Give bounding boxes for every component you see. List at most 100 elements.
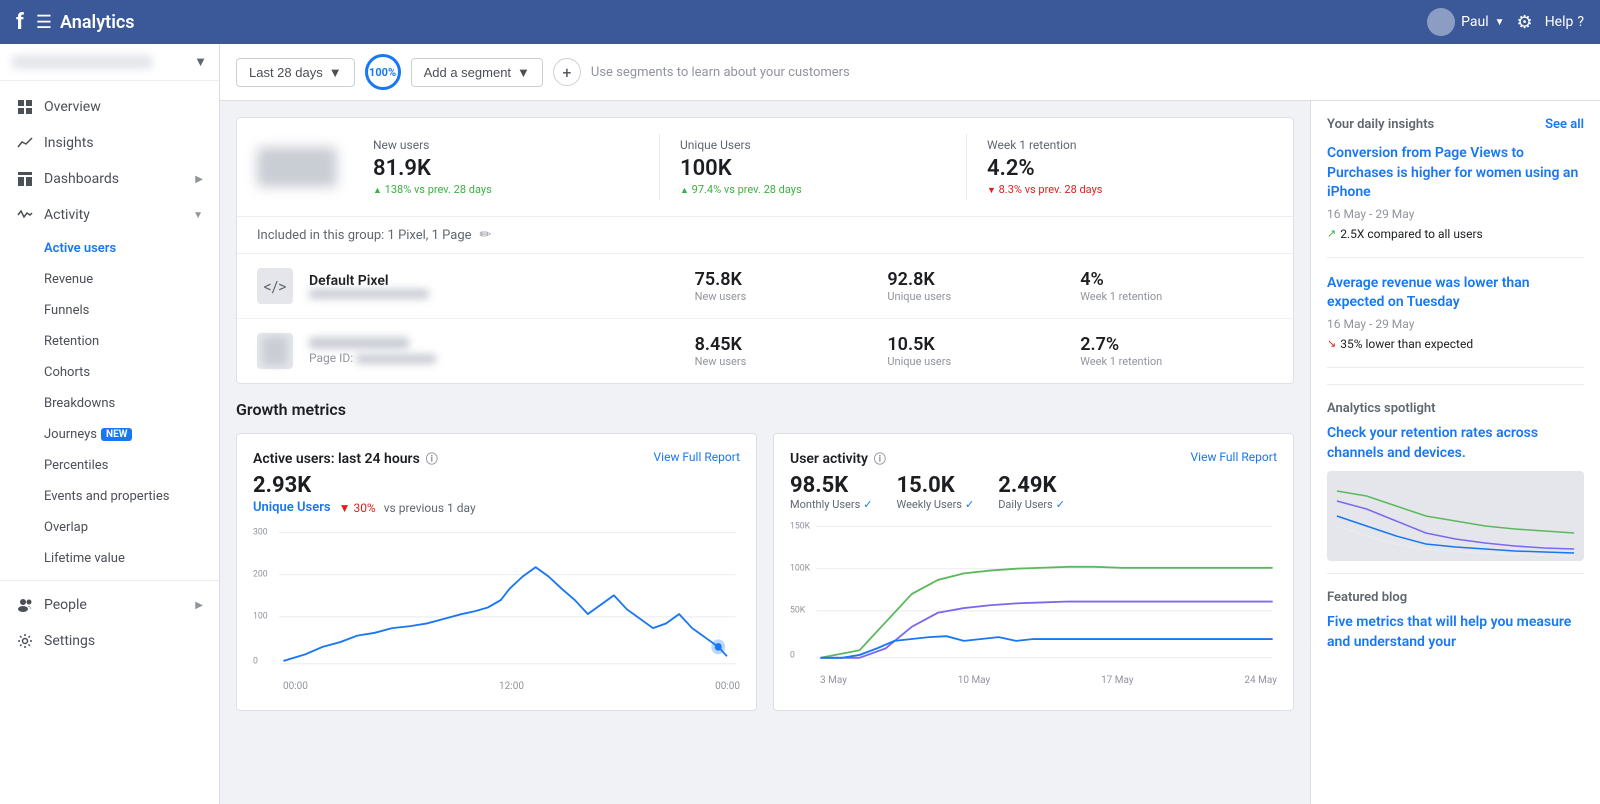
pixel-metric-new-users: 75.8K New users [695, 269, 888, 303]
sidebar-item-insights-label: Insights [44, 135, 203, 151]
right-sidebar: Your daily insights See all Conversion f… [1310, 101, 1600, 804]
unique-users-label: Unique Users [253, 500, 331, 515]
user-activity-chart-header: User activity ⓘ View Full Report [790, 450, 1277, 467]
user-name: Paul [1461, 14, 1489, 30]
see-all-link[interactable]: See all [1545, 117, 1584, 132]
svg-text:300: 300 [253, 527, 268, 537]
sidebar-subitem-lifetime[interactable]: Lifetime value [0, 543, 219, 574]
add-segment-button[interactable]: Add a segment ▼ [411, 58, 543, 87]
monthly-users-metric: 98.5K Monthly Users ✓ [790, 473, 872, 511]
insight-card-1: Conversion from Page Views to Purchases … [1327, 144, 1584, 258]
settings-icon[interactable]: ⚙ [1517, 12, 1533, 33]
insight-2-title[interactable]: Average revenue was lower than expected … [1327, 274, 1584, 313]
insight-2-down-arrow: ↘ [1327, 337, 1336, 350]
sidebar-subitem-breakdowns[interactable]: Breakdowns [0, 388, 219, 419]
help-button[interactable]: Help ? [1545, 14, 1584, 30]
insight-1-date: 16 May - 29 May [1327, 207, 1584, 221]
sidebar-item-dashboards-label: Dashboards [44, 171, 185, 187]
active-users-value: 2.93K [253, 473, 740, 498]
insight-1-stat: ↗ 2.5X compared to all users [1327, 227, 1584, 241]
svg-text:0: 0 [790, 650, 795, 660]
summary-top: New users 81.9K 138% vs prev. 28 days Un… [237, 118, 1293, 217]
sidebar-subitem-active-users[interactable]: Active users [0, 233, 219, 264]
featured-blog-link[interactable]: Five metrics that will help you measure … [1327, 613, 1584, 652]
analytics-spotlight: Analytics spotlight Check your retention… [1327, 401, 1584, 561]
user-activity-metrics: 98.5K Monthly Users ✓ 15.0K Weekly Users… [790, 473, 1277, 511]
daily-users-metric: 2.49K Daily Users ✓ [998, 473, 1065, 511]
metric-unique-users-label: Unique Users [680, 138, 946, 152]
sidebar-subitem-overlap[interactable]: Overlap [0, 512, 219, 543]
sidebar-item-settings[interactable]: Settings [0, 623, 219, 659]
metric-retention-value: 4.2% [987, 156, 1253, 181]
spotlight-thumbnail [1327, 471, 1584, 561]
app-title: Analytics [60, 12, 1427, 33]
user-activity-svg: 150K 100K 50K 0 [790, 519, 1277, 669]
sidebar-subitem-percentiles[interactable]: Percentiles [0, 450, 219, 481]
sidebar-item-insights[interactable]: Insights [0, 125, 219, 161]
svg-text:0: 0 [253, 656, 258, 666]
summary-metrics: New users 81.9K 138% vs prev. 28 days Un… [353, 134, 1273, 200]
page-metric-retention: 2.7% Week 1 retention [1080, 334, 1273, 368]
filter-hint: Use segments to learn about your custome… [591, 65, 850, 80]
summary-thumbnail [257, 147, 337, 187]
daily-users-value: 2.49K [998, 473, 1065, 498]
metric-retention-label: Week 1 retention [987, 138, 1253, 152]
active-users-svg: 300 200 100 0 [253, 525, 740, 675]
insight-2-stat: ↘ 35% lower than expected [1327, 337, 1584, 351]
insight-1-up-arrow: ↗ [1327, 227, 1336, 240]
pixel-icon: </> [257, 268, 293, 304]
hamburger-menu[interactable]: ☰ [36, 12, 52, 33]
sidebar-item-dashboards[interactable]: Dashboards ▶ [0, 161, 219, 197]
monthly-users-value: 98.5K [790, 473, 872, 498]
metric-new-users-label: New users [373, 138, 639, 152]
active-users-view-full[interactable]: View Full Report [654, 450, 740, 464]
pixel-metric-retention: 4% Week 1 retention [1080, 269, 1273, 303]
sidebar-subitem-retention[interactable]: Retention [0, 326, 219, 357]
activity-chevron: ▼ [193, 210, 203, 221]
spotlight-link[interactable]: Check your retention rates across channe… [1327, 424, 1584, 463]
user-activity-info-icon[interactable]: ⓘ [874, 450, 886, 467]
sidebar-item-overview[interactable]: Overview [0, 89, 219, 125]
growth-section-title: Growth metrics [236, 400, 1294, 419]
sidebar-subitem-events[interactable]: Events and properties [0, 481, 219, 512]
sidebar-subitem-funnels[interactable]: Funnels [0, 295, 219, 326]
sidebar-item-activity[interactable]: Activity ▼ [0, 197, 219, 233]
active-users-change: ▼ 30% [339, 501, 376, 515]
pixel-name-secondary [309, 289, 429, 299]
edit-icon[interactable]: ✏ [480, 227, 492, 243]
active-users-xaxis: 00:00 12:00 00:00 [253, 679, 740, 694]
date-range-button[interactable]: Last 28 days ▼ [236, 58, 355, 87]
featured-blog-title: Featured blog [1327, 590, 1584, 605]
app-selector[interactable]: ▼ [0, 44, 219, 81]
page-id-label: Page ID: [309, 351, 695, 365]
featured-blog: Featured blog Five metrics that will hel… [1327, 590, 1584, 652]
daily-insights-header: Your daily insights See all [1327, 117, 1584, 132]
metric-unique-users-value: 100K [680, 156, 946, 181]
main-content: Last 28 days ▼ 100% Add a segment ▼ + Us… [220, 44, 1600, 804]
included-text: Included in this group: 1 Pixel, 1 Page [257, 228, 472, 243]
active-users-change-label: vs previous 1 day [384, 501, 476, 515]
page-name: Page ID: [309, 337, 695, 365]
active-users-stats: 2.93K Unique Users ▼ 30% vs previous 1 d… [253, 473, 740, 515]
user-menu[interactable]: Paul ▼ [1427, 8, 1504, 36]
summary-card: New users 81.9K 138% vs prev. 28 days Un… [236, 117, 1294, 384]
weekly-users-metric: 15.0K Weekly Users ✓ [896, 473, 974, 511]
svg-text:100: 100 [253, 611, 268, 621]
content-area: New users 81.9K 138% vs prev. 28 days Un… [220, 101, 1600, 804]
sidebar-subitem-revenue[interactable]: Revenue [0, 264, 219, 295]
sidebar-subitem-journeys[interactable]: Journeys NEW [0, 419, 219, 450]
svg-text:150K: 150K [790, 521, 810, 531]
add-button[interactable]: + [553, 58, 581, 86]
included-bar: Included in this group: 1 Pixel, 1 Page … [237, 217, 1293, 254]
active-users-info-icon[interactable]: ⓘ [426, 450, 438, 467]
svg-text:200: 200 [253, 569, 268, 579]
user-activity-view-full[interactable]: View Full Report [1191, 450, 1277, 464]
sidebar-item-people[interactable]: People ▶ [0, 587, 219, 623]
metric-unique-users-change: 97.4% vs prev. 28 days [680, 183, 946, 196]
insight-1-title[interactable]: Conversion from Page Views to Purchases … [1327, 144, 1584, 203]
sidebar-subitem-cohorts[interactable]: Cohorts [0, 357, 219, 388]
monthly-users-label: Monthly Users ✓ [790, 498, 872, 511]
metric-retention-change: 8.3% vs prev. 28 days [987, 183, 1253, 196]
user-menu-caret: ▼ [1495, 17, 1505, 28]
metric-new-users-value: 81.9K [373, 156, 639, 181]
